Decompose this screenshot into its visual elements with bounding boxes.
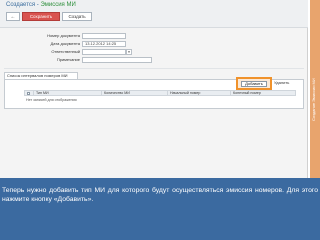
back-button[interactable]: ← bbox=[6, 12, 20, 21]
sidebar-panel: Создание Эмиссии МИ bbox=[308, 0, 320, 178]
grid-header: Тип МИ Количество МИ Начальный номер Кон… bbox=[24, 90, 296, 96]
sidebar-label: Создание Эмиссии МИ bbox=[311, 78, 316, 122]
page-title: Создается - Эмиссия МИ bbox=[6, 2, 76, 8]
caption-text: Теперь нужно добавить тип МИ для которог… bbox=[2, 187, 318, 203]
doc-number-field[interactable] bbox=[82, 33, 126, 39]
doc-date-row: Дата документа 13.12.2012 14:25 bbox=[0, 41, 304, 47]
add-button-highlight: Добавить bbox=[236, 77, 272, 90]
column-type[interactable]: Тип МИ bbox=[36, 91, 49, 96]
instruction-caption: Теперь нужно добавить тип МИ для которог… bbox=[0, 178, 320, 240]
column-separator bbox=[230, 91, 231, 96]
column-start-number[interactable]: Начальный номер bbox=[170, 91, 200, 96]
column-separator bbox=[33, 91, 34, 96]
tab-intervals[interactable]: Список интервалов номеров МИ bbox=[4, 72, 78, 79]
responsible-field[interactable] bbox=[82, 49, 126, 55]
select-all-checkbox[interactable] bbox=[27, 92, 30, 95]
doc-number-row: Номер документа bbox=[0, 33, 304, 39]
grid-empty-message: Нет записей для отображения bbox=[26, 98, 77, 102]
create-button[interactable]: Создать bbox=[62, 12, 92, 21]
add-button[interactable]: Добавить bbox=[241, 81, 267, 87]
section-divider bbox=[4, 68, 304, 69]
doc-number-label: Номер документа bbox=[47, 33, 80, 38]
document-form: Номер документа Дата документа 13.12.201… bbox=[0, 29, 308, 67]
responsible-row: Ответственный ▾ bbox=[0, 49, 304, 55]
header-bar: Создается - Эмиссия МИ ← Сохранить Созда… bbox=[0, 0, 308, 28]
doc-date-label: Дата документа bbox=[50, 41, 80, 46]
delete-button[interactable]: Удалить bbox=[274, 80, 289, 85]
column-separator bbox=[167, 91, 168, 96]
note-row: Примечание bbox=[0, 57, 304, 63]
arrow-left-icon: ← bbox=[10, 14, 16, 20]
app-window: Создается - Эмиссия МИ ← Сохранить Созда… bbox=[0, 0, 308, 178]
chevron-down-icon[interactable]: ▾ bbox=[126, 49, 132, 55]
responsible-label: Ответственный bbox=[51, 49, 80, 54]
note-label: Примечание bbox=[56, 57, 80, 62]
title-entity: Эмиссия МИ bbox=[40, 2, 76, 8]
doc-date-field[interactable]: 13.12.2012 14:25 bbox=[82, 41, 126, 47]
column-end-number[interactable]: Конечный номер bbox=[233, 91, 261, 96]
save-button[interactable]: Сохранить bbox=[22, 12, 60, 21]
column-separator bbox=[101, 91, 102, 96]
title-prefix: Создается bbox=[6, 2, 36, 8]
note-field[interactable] bbox=[82, 57, 152, 63]
column-count[interactable]: Количество МИ bbox=[104, 91, 130, 96]
